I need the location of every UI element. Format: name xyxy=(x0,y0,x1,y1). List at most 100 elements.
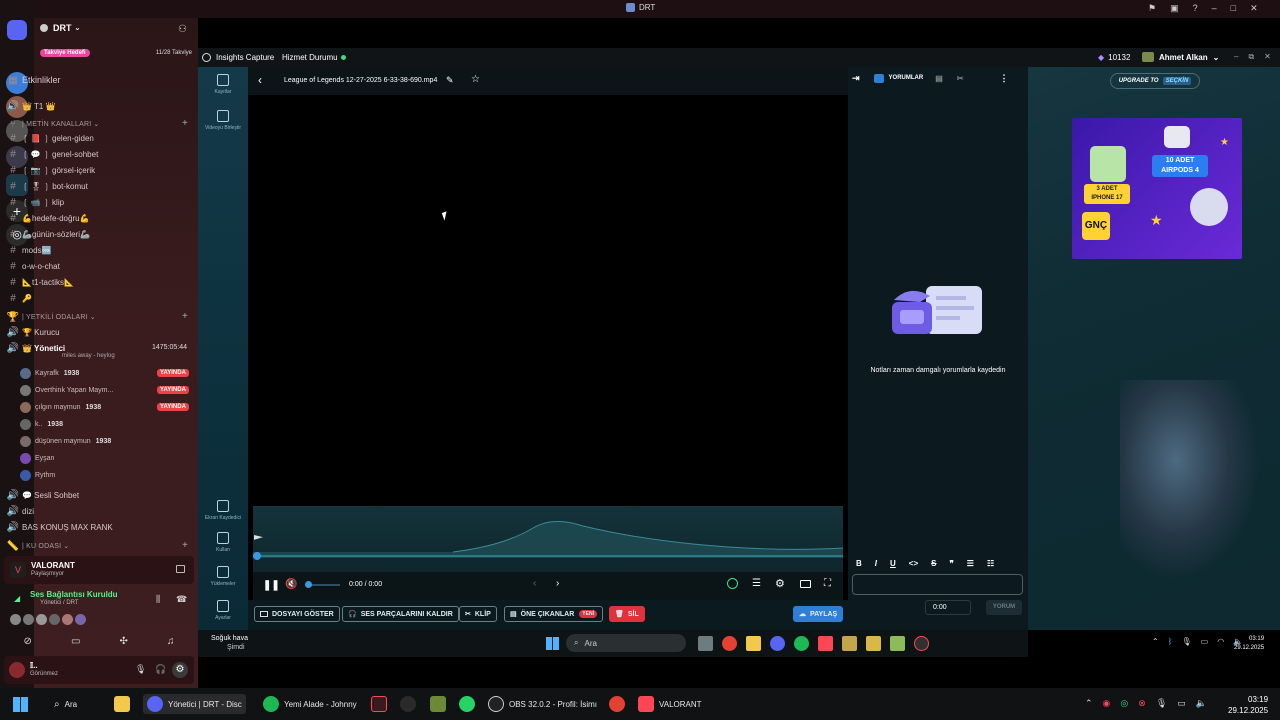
voice-channel[interactable]: 🔊 dizi xyxy=(6,503,34,519)
voice-user[interactable]: k.. 1938 xyxy=(20,416,192,432)
monitor-icon[interactable]: ▭ xyxy=(1177,698,1186,709)
monitor-icon[interactable]: ▭ xyxy=(1201,637,1209,646)
channel-item[interactable]: # 🦾günün-sözleri🦾 xyxy=(6,226,90,242)
voice-user[interactable]: Rythm xyxy=(20,467,192,483)
sidebar-item[interactable]: Kayıtlar xyxy=(198,74,248,95)
volume-knob[interactable] xyxy=(305,581,312,588)
channel-item[interactable]: # mods🆒 xyxy=(6,242,51,258)
voice-yonetici[interactable]: 🔊 👑 Yönetici xyxy=(6,340,65,356)
channel-item[interactable]: # 🔑 xyxy=(6,290,32,306)
scissors-tab-icon[interactable]: ✂ xyxy=(957,74,964,83)
back-icon[interactable]: ‹ xyxy=(258,73,262,87)
share-button[interactable]: ☁ PAYLAŞ xyxy=(793,606,844,622)
underline-icon[interactable]: U xyxy=(890,559,896,568)
avatar[interactable] xyxy=(49,614,60,625)
taskbar-valorant-app[interactable] xyxy=(371,696,392,712)
block-icon[interactable]: ⊗ xyxy=(1138,698,1146,709)
speed-icon[interactable] xyxy=(727,578,738,589)
taskbar-explorer[interactable] xyxy=(114,696,135,712)
pause-icon[interactable]: ❚❚ xyxy=(263,580,280,591)
noise-icon[interactable]: ⫼ xyxy=(156,594,160,605)
windows-icon[interactable] xyxy=(546,637,559,650)
user-menu[interactable]: Ahmet Alkan ⌄ xyxy=(1142,52,1219,62)
fullscreen-icon[interactable]: ⛶ xyxy=(824,578,831,589)
category-voice[interactable]: 🏆 | YETKİLİ ODALARI ⌄ xyxy=(6,309,96,325)
app-icon[interactable] xyxy=(890,636,905,651)
folder-icon[interactable] xyxy=(746,636,761,651)
chrome-icon[interactable] xyxy=(722,636,737,651)
channel-item[interactable]: # 📐t1-tactiks📐 xyxy=(6,274,74,290)
upgrade-banner[interactable]: UPGRADE TO SEÇKİN xyxy=(1110,73,1200,89)
taskbar-app-2[interactable] xyxy=(430,696,451,712)
sidebar-item[interactable]: Ekran Kaydedici xyxy=(198,500,248,521)
channel-item[interactable]: # ❲ 🎖 ❳ bot-komut xyxy=(6,178,88,194)
channel-item[interactable]: # 💪hedefe-doğru💪 xyxy=(6,210,89,226)
notes-icon[interactable]: ▤ xyxy=(935,74,943,83)
close-icon[interactable]: ✕ xyxy=(1264,52,1271,62)
service-status[interactable]: Hizmet Durumu xyxy=(282,53,346,62)
avatar[interactable] xyxy=(62,614,73,625)
flag-icon[interactable]: ⚑ xyxy=(1148,3,1156,14)
sidebar-item[interactable]: Kullan xyxy=(198,532,248,553)
voice-user[interactable]: düşünen maymun 1938 xyxy=(20,433,192,449)
highlights-button[interactable]: ▤ ÖNE ÇIKANLAR YENİ xyxy=(504,606,603,622)
video-player[interactable] xyxy=(253,95,843,506)
bluetooth-icon[interactable]: ᛒ xyxy=(1168,637,1173,646)
playhead[interactable] xyxy=(253,552,261,560)
inner-clock[interactable]: 03:19 29.12.2025 xyxy=(1234,635,1264,653)
clip-button[interactable]: ✂ KLİP xyxy=(459,606,497,622)
add-ku-icon[interactable]: + xyxy=(182,540,188,551)
taskbar-chrome[interactable] xyxy=(609,696,630,712)
app-tray-icon[interactable]: ◎ xyxy=(1120,698,1128,709)
shield-icon[interactable] xyxy=(866,636,881,651)
camera-off-icon[interactable]: ⊘ xyxy=(24,636,32,647)
taskbar-whatsapp[interactable] xyxy=(459,696,480,712)
wifi-icon[interactable]: ◠ xyxy=(1217,637,1224,646)
taskbar-obs[interactable]: OBS 32.0.2 - Profil: İsimı xyxy=(488,696,597,712)
taskbar-search[interactable]: ⌕ Ara xyxy=(54,696,77,712)
app-icon[interactable] xyxy=(842,636,857,651)
add-channel-icon[interactable]: + xyxy=(182,118,188,129)
comment-time[interactable]: 0:00 xyxy=(925,600,971,615)
channel-item[interactable]: # ❲ 📷 ❳ görsel-içerik xyxy=(6,162,95,178)
mute-icon[interactable]: 🔇 xyxy=(285,579,297,590)
delete-button[interactable]: 🗑 SİL xyxy=(609,606,645,622)
category-ku[interactable]: 📏 | KU ODASI ⌄ xyxy=(6,538,69,554)
close-icon[interactable]: ✕ xyxy=(1250,3,1258,14)
voice-user[interactable]: Overthink Yapan Maym... YAYINDA xyxy=(20,382,192,398)
voice-user[interactable]: Kayrafk 1938 YAYINDA xyxy=(20,365,192,381)
events-item[interactable]: ▦ Etkinlikler xyxy=(6,72,60,88)
volume-icon[interactable]: 🔈 xyxy=(1196,698,1207,709)
channel-item[interactable]: # ❲ 📕 ❳ gelen-giden xyxy=(6,130,94,146)
voice-user[interactable]: Eyşan xyxy=(20,450,192,466)
voice-channel[interactable]: 🔊 BAS KONUŞ MAX RANK xyxy=(6,519,113,535)
avatar[interactable] xyxy=(75,614,86,625)
start-icon[interactable] xyxy=(13,697,28,712)
maximize-icon[interactable]: □ xyxy=(1231,3,1236,14)
voice-user[interactable]: çılgın maymun 1938 YAYINDA xyxy=(20,399,192,415)
numbered-list-icon[interactable]: ☷ xyxy=(987,559,994,568)
next-frame-icon[interactable]: › xyxy=(556,578,559,589)
soundboard-icon[interactable]: ♫ xyxy=(167,636,175,647)
os-clock[interactable]: 03:19 29.12.2025 xyxy=(1228,694,1268,716)
spotify-icon[interactable] xyxy=(794,636,809,651)
prev-frame-icon[interactable]: ‹ xyxy=(533,578,536,589)
bullet-list-icon[interactable]: ☰ xyxy=(967,559,974,568)
minimize-icon[interactable]: – xyxy=(1212,3,1217,14)
channel-item[interactable]: # ❲ 📹 ❳ klip xyxy=(6,194,64,210)
filter-icon[interactable]: ☰ xyxy=(752,578,761,589)
comment-submit-button[interactable]: YORUM xyxy=(986,600,1022,615)
collapse-icon[interactable]: ⇥ xyxy=(852,73,860,84)
activities-icon[interactable]: ✣ xyxy=(120,636,128,647)
discord-logo-icon[interactable] xyxy=(7,20,27,40)
mic-icon[interactable]: 🎙 xyxy=(135,664,146,675)
taskbar-discord[interactable]: Yönetici | DRT - Disc xyxy=(143,694,246,714)
coin-balance[interactable]: ◆ 10132 xyxy=(1098,53,1130,62)
chevron-up-icon[interactable]: ⌃ xyxy=(1085,698,1093,709)
screen-share-icon[interactable] xyxy=(176,565,185,573)
restore-icon[interactable]: ⧉ xyxy=(1248,52,1254,62)
add-member-icon[interactable]: ⚇ xyxy=(178,24,187,35)
help-icon[interactable]: ? xyxy=(1193,3,1198,14)
show-file-button[interactable]: DOSYAYI GÖSTER xyxy=(254,606,340,622)
more-icon[interactable]: ⋮ xyxy=(999,73,1008,84)
